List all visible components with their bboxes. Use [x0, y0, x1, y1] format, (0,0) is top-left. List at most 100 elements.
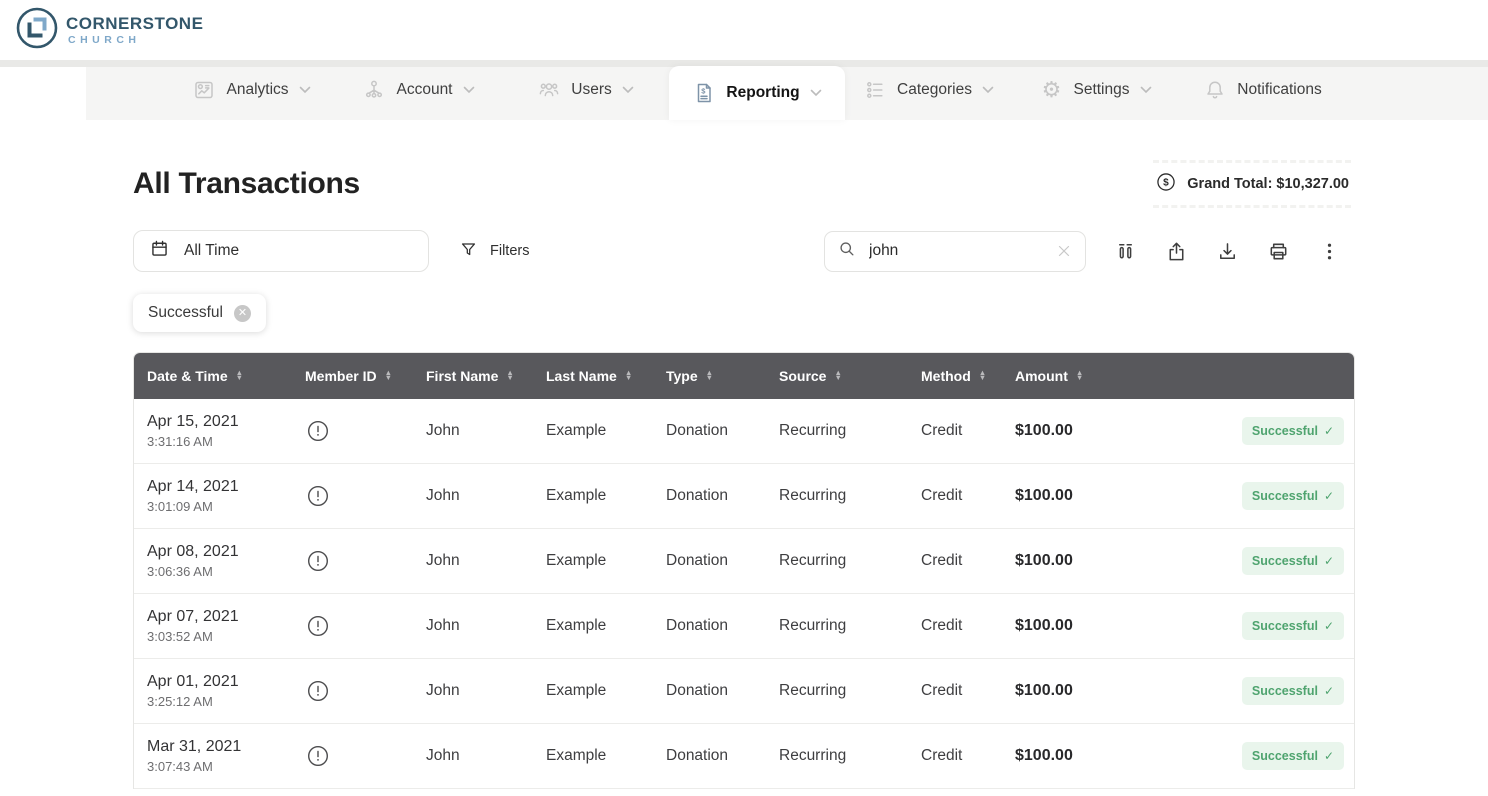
cell-last-name: Example	[533, 617, 653, 635]
column-header-type[interactable]: Type ▲▼	[653, 353, 766, 399]
brand-name: CORNERSTONE	[66, 15, 203, 32]
nav-item-notifications[interactable]: Notifications	[1179, 60, 1346, 120]
check-icon: ✓	[1324, 489, 1334, 503]
table-header-row: Date & Time ▲▼ Member ID ▲▼ First Name ▲…	[134, 353, 1354, 399]
calendar-icon	[149, 238, 170, 264]
share-icon[interactable]	[1151, 240, 1202, 263]
alert-circle-icon[interactable]	[305, 548, 331, 574]
status-badge: Successful✓	[1242, 677, 1344, 705]
kebab-menu-icon[interactable]	[1304, 240, 1355, 263]
table-row: Apr 15, 2021 3:31:16 AM John Example Dona…	[134, 399, 1354, 464]
cell-amount: $100.00	[1002, 617, 1132, 635]
cell-first-name: John	[413, 487, 533, 505]
cell-first-name: John	[413, 552, 533, 570]
check-icon: ✓	[1324, 424, 1334, 438]
nav-item-analytics[interactable]: Analytics	[168, 60, 335, 120]
cell-time: 3:31:16 AM	[147, 434, 292, 449]
chevron-down-icon	[622, 86, 634, 94]
sort-icon: ▲▼	[1076, 371, 1083, 380]
notifications-icon	[1203, 78, 1227, 102]
alert-circle-icon[interactable]	[305, 678, 331, 704]
cell-amount: $100.00	[1002, 487, 1132, 505]
column-header-last-name[interactable]: Last Name ▲▼	[533, 353, 653, 399]
nav-item-account[interactable]: Account	[335, 60, 502, 120]
cell-time: 3:25:12 AM	[147, 694, 292, 709]
cell-type: Donation	[653, 747, 766, 765]
table-row: Mar 31, 20213:07:43 AM John Example Dona…	[134, 724, 1354, 789]
sort-icon: ▲▼	[506, 371, 513, 380]
cell-date: Apr 14, 2021	[147, 478, 292, 496]
cell-first-name: John	[413, 422, 533, 440]
search-input[interactable]	[867, 241, 1045, 261]
sort-icon: ▲▼	[625, 371, 632, 380]
cell-method: Credit	[908, 487, 1002, 505]
check-icon: ✓	[1324, 749, 1334, 763]
table-row: Apr 07, 20213:03:52 AM John Example Dona…	[134, 594, 1354, 659]
download-icon[interactable]	[1202, 240, 1253, 263]
brand-subname: CHURCH	[66, 35, 203, 46]
cell-method: Credit	[908, 682, 1002, 700]
column-header-date-time[interactable]: Date & Time ▲▼	[134, 353, 292, 399]
nav-item-categories[interactable]: Categories	[845, 60, 1012, 120]
date-range-value: All Time	[184, 242, 239, 260]
nav-item-reporting[interactable]: $ Reporting	[669, 66, 845, 120]
grand-total: $ Grand Total: $10,327.00	[1149, 171, 1355, 197]
column-header-method[interactable]: Method ▲▼	[908, 353, 1002, 399]
column-header-member-id[interactable]: Member ID ▲▼	[292, 353, 413, 399]
column-header-source[interactable]: Source ▲▼	[766, 353, 908, 399]
cell-last-name: Example	[533, 422, 653, 440]
remove-chip-icon[interactable]: ✕	[234, 305, 251, 322]
cell-method: Credit	[908, 422, 1002, 440]
cell-last-name: Example	[533, 552, 653, 570]
status-badge: Successful✓	[1242, 482, 1344, 510]
alert-circle-icon[interactable]	[305, 613, 331, 639]
svg-text:$: $	[1163, 178, 1169, 189]
cell-amount: $100.00	[1002, 682, 1132, 700]
filter-chip-successful: Successful ✕	[133, 294, 266, 332]
cell-type: Donation	[653, 552, 766, 570]
reporting-icon: $	[692, 81, 716, 105]
cell-source: Recurring	[766, 552, 908, 570]
columns-icon[interactable]	[1100, 240, 1151, 263]
filters-button[interactable]: Filters	[459, 240, 529, 263]
nav-item-users[interactable]: Users	[502, 60, 669, 120]
cell-type: Donation	[653, 682, 766, 700]
cell-method: Credit	[908, 747, 1002, 765]
table-row: Apr 08, 20213:06:36 AM John Example Dona…	[134, 529, 1354, 594]
nav-label: Account	[396, 81, 452, 99]
status-badge: Successful✓	[1242, 547, 1344, 575]
cell-type: Donation	[653, 617, 766, 635]
nav-left-gap	[0, 67, 86, 120]
alert-circle-icon[interactable]	[305, 483, 331, 509]
table-row: Apr 01, 20213:25:12 AM John Example Dona…	[134, 659, 1354, 724]
column-header-first-name[interactable]: First Name ▲▼	[413, 353, 533, 399]
nav-item-settings[interactable]: ⚙ Settings	[1012, 60, 1179, 120]
column-header-amount[interactable]: Amount ▲▼	[1002, 353, 1132, 399]
cell-time: 3:06:36 AM	[147, 564, 292, 579]
analytics-icon	[192, 78, 216, 102]
alert-circle-icon[interactable]	[305, 743, 331, 769]
app-header: CORNERSTONE CHURCH	[0, 0, 1488, 60]
cell-time: 3:03:52 AM	[147, 629, 292, 644]
status-badge: Successful✓	[1242, 742, 1344, 770]
cell-type: Donation	[653, 422, 766, 440]
settings-icon: ⚙	[1039, 78, 1063, 102]
sort-icon: ▲▼	[706, 371, 713, 380]
cell-date: Apr 15, 2021	[147, 413, 292, 431]
cell-source: Recurring	[766, 682, 908, 700]
nav-label: Notifications	[1237, 81, 1321, 99]
filters-label: Filters	[490, 243, 529, 259]
cell-date: Mar 31, 2021	[147, 738, 292, 756]
cell-date: Apr 07, 2021	[147, 608, 292, 626]
transactions-table: Date & Time ▲▼ Member ID ▲▼ First Name ▲…	[133, 352, 1355, 789]
cell-amount: $100.00	[1002, 747, 1132, 765]
cell-first-name: John	[413, 682, 533, 700]
nav-label: Settings	[1073, 81, 1129, 99]
date-range-selector[interactable]: All Time	[133, 230, 429, 272]
account-icon	[362, 78, 386, 102]
clear-search-icon[interactable]	[1055, 242, 1073, 260]
print-icon[interactable]	[1253, 240, 1304, 263]
check-icon: ✓	[1324, 619, 1334, 633]
column-header-status	[1132, 353, 1354, 399]
alert-circle-icon[interactable]	[305, 418, 331, 444]
